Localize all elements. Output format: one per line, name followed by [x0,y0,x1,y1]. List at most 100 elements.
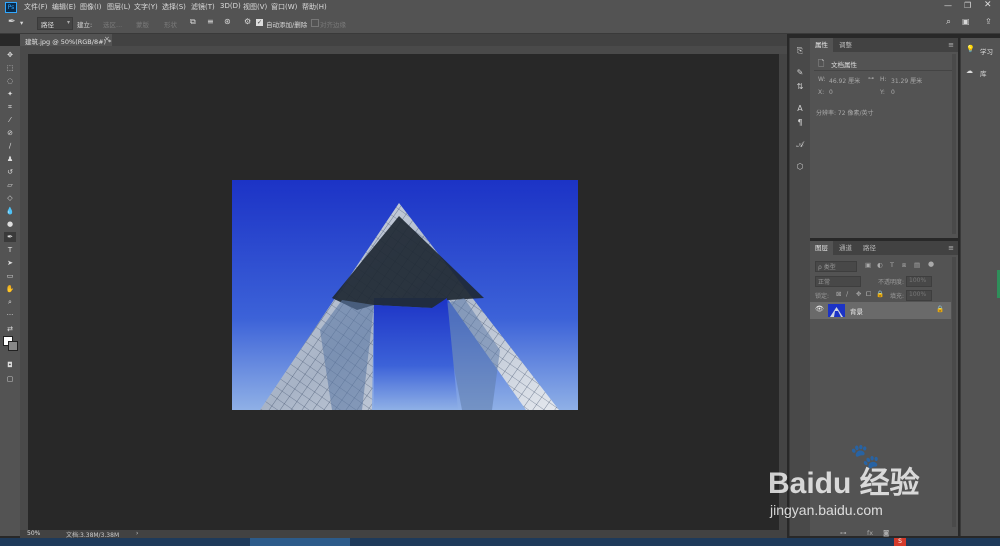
workspace-icon[interactable]: ▣ [962,17,970,26]
menu-select[interactable]: 选择(S) [162,2,186,12]
learn-button[interactable]: 💡 学习 [963,44,999,56]
filter-toggle-icon[interactable]: ● [928,260,934,268]
move-tool-icon[interactable]: ✥ [4,50,16,60]
pen-tool-icon[interactable]: ✒ [4,232,16,242]
menu-view[interactable]: 视图(V) [243,2,267,12]
panel-menu-icon[interactable]: ≡ [948,244,954,252]
screen-mode-icon[interactable]: ▢ [4,374,16,384]
brush-settings-icon[interactable]: ✎ [795,68,805,78]
align-edges-checkbox[interactable] [311,19,319,27]
clone-stamp-tool-icon[interactable]: ♟ [4,154,16,164]
opacity-input[interactable]: 100% [906,276,932,287]
path-alignment-icon[interactable]: ≡ [207,17,214,26]
visibility-eye-icon[interactable]: 👁 [815,305,824,313]
taskbar-app-highlight[interactable] [250,538,350,546]
filter-shape-icon[interactable]: ⧈ [902,261,906,270]
paragraph-panel-icon[interactable]: ¶ [795,118,805,128]
gear-icon[interactable]: ⚙ [244,17,251,26]
minimize-icon[interactable]: — [944,1,952,10]
tab-close-icon[interactable]: × [104,35,110,43]
menu-help[interactable]: 帮助(H) [302,2,327,12]
adjustments-icon[interactable]: ⇅ [795,82,805,92]
menu-layer[interactable]: 图层(L) [107,2,130,12]
more-tools-icon[interactable]: ··· [4,310,16,320]
dodge-tool-icon[interactable]: ● [4,219,16,229]
character-panel-icon[interactable]: A [795,104,805,114]
marquee-tool-icon[interactable]: ⬚ [4,63,16,73]
magic-wand-tool-icon[interactable]: ✦ [4,89,16,99]
tab-paths[interactable]: 路径 [858,241,881,255]
mask-button[interactable]: 蒙版 [136,19,149,29]
background-color-swatch[interactable] [8,341,18,351]
filter-type-icon[interactable]: T [890,261,894,269]
brush-tool-icon[interactable]: ∕ [4,141,16,151]
tool-preset-chevron-icon[interactable]: ▾ [20,19,23,27]
properties-scrollbar[interactable] [952,54,956,234]
pen-tool-icon[interactable]: ✒ [8,17,16,27]
tab-properties[interactable]: 属性 [810,38,833,52]
layer-filter-select[interactable]: ρ 类型 [815,261,857,272]
zoom-tool-icon[interactable]: ⌕ [4,297,16,307]
path-arrangement-icon[interactable]: ⊛ [224,17,231,26]
path-mode-select[interactable]: 路径 ▾ [37,17,73,30]
tab-adjustments[interactable]: 调整 [834,38,857,52]
lock-transparency-icon[interactable]: ⊠ [836,290,841,298]
menu-edit[interactable]: 编辑(E) [52,2,76,12]
history-brush-tool-icon[interactable]: ↺ [4,167,16,177]
eraser-tool-icon[interactable]: ▱ [4,180,16,190]
blur-tool-icon[interactable]: 💧 [4,206,16,216]
auto-add-delete-checkbox[interactable]: ✓ [256,19,263,26]
fill-input[interactable]: 100% [906,290,932,301]
lock-position-icon[interactable]: ✥ [856,290,861,298]
link-layers-icon[interactable]: ⊶ [840,529,847,537]
shape-tool-icon[interactable]: ▭ [4,271,16,281]
document-image[interactable] [232,180,578,410]
path-operations-icon[interactable]: ⧉ [190,17,196,27]
panel-menu-icon[interactable]: ≡ [948,41,954,49]
restore-icon[interactable]: ❐ [964,1,971,10]
filter-adjustment-icon[interactable]: ◐ [877,261,883,269]
shape-button[interactable]: 形状 [164,19,177,29]
lock-image-icon[interactable]: ∕ [846,290,848,298]
healing-brush-tool-icon[interactable]: ⊘ [4,128,16,138]
paint-bucket-tool-icon[interactable]: ◇ [4,193,16,203]
layer-row-background[interactable]: 👁 背景 🔒 [810,302,951,319]
layer-name[interactable]: 背景 [850,306,863,316]
menu-filter[interactable]: 滤镜(T) [191,2,215,12]
zoom-level[interactable]: 50% [27,530,40,537]
close-icon[interactable]: ✕ [984,0,992,10]
lock-all-icon[interactable]: 🔒 [876,290,884,298]
search-icon[interactable]: ⌕ [946,17,951,27]
crop-tool-icon[interactable]: ⌗ [4,102,16,112]
lasso-tool-icon[interactable]: ◌ [4,76,16,86]
menu-type[interactable]: 文字(Y) [134,2,158,12]
3d-panel-icon[interactable]: ⬡ [795,162,805,172]
menu-file[interactable]: 文件(F) [24,2,48,12]
lock-artboard-icon[interactable]: ⧠ [866,290,871,299]
library-button[interactable]: ☁ 库 [963,66,999,78]
share-icon[interactable]: ⇪ [985,17,992,26]
fx-icon[interactable]: fx [867,529,873,537]
tab-layers[interactable]: 图层 [810,241,833,255]
add-mask-icon[interactable]: ◙ [883,529,889,537]
filter-smart-object-icon[interactable]: ▤ [914,261,920,269]
type-tool-icon[interactable]: T [4,245,16,255]
menu-3d[interactable]: 3D(D) [220,2,241,10]
selection-button[interactable]: 选区... [103,19,122,29]
swap-colors-icon[interactable]: ⇄ [4,324,16,334]
blend-mode-select[interactable]: 正常 [815,276,861,287]
menu-window[interactable]: 窗口(W) [271,2,297,12]
path-selection-tool-icon[interactable]: ➤ [4,258,16,268]
quick-mask-icon[interactable]: ◘ [4,360,16,370]
tab-channels[interactable]: 通道 [834,241,857,255]
ime-indicator[interactable]: S [894,538,906,546]
eyedropper-tool-icon[interactable]: ⁄ [4,115,16,125]
history-panel-icon[interactable]: ⎘ [795,46,805,56]
glyphs-panel-icon[interactable]: 𝒜 [795,140,805,150]
document-tab[interactable]: 建筑.jpg @ 50%(RGB/8#) * × [20,34,112,46]
link-icon[interactable]: ⊶ [868,75,874,82]
menu-image[interactable]: 图像(I) [80,2,102,12]
hand-tool-icon[interactable]: ✋ [4,284,16,294]
status-menu-chevron-icon[interactable]: › [136,530,138,537]
filter-pixel-icon[interactable]: ▣ [865,261,871,269]
